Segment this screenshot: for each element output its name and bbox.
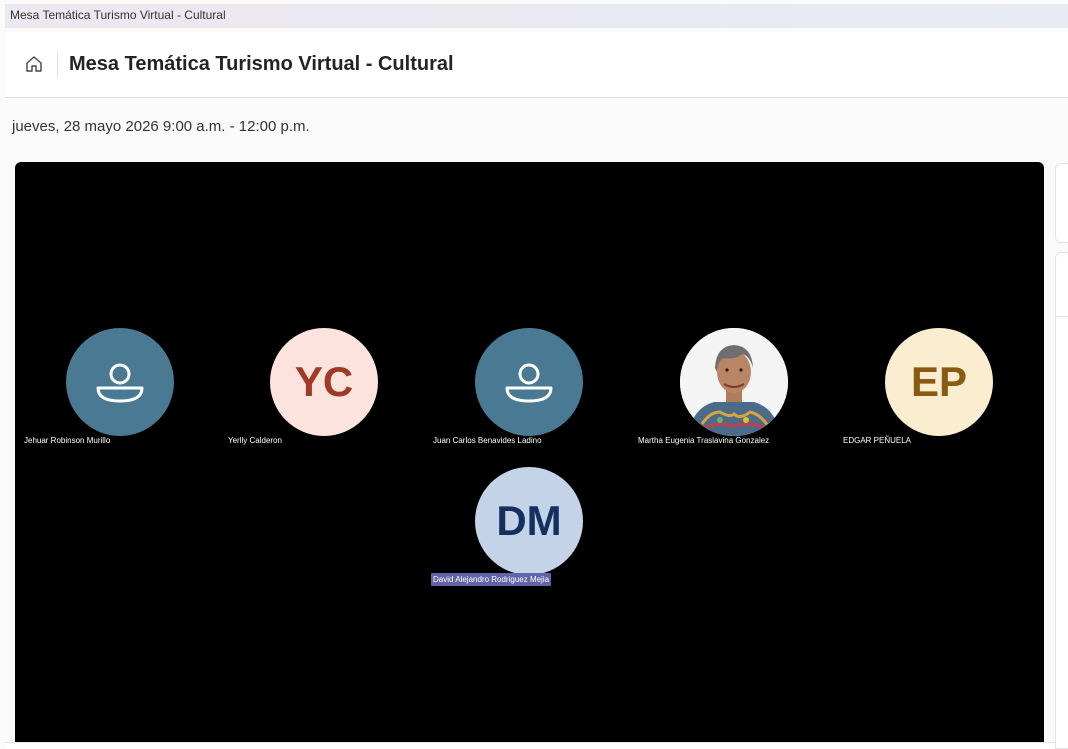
avatar: EP	[885, 328, 993, 436]
avatar: YC	[270, 328, 378, 436]
participant-tile[interactable]: YC Yerlly Calderon	[228, 327, 428, 457]
participant-name: Juan Carlos Benavides Ladino	[433, 436, 542, 445]
avatar	[66, 328, 174, 436]
participant-tile[interactable]: Martha Eugenia Traslavina Gonzalez	[638, 327, 838, 457]
side-panel-divider	[1056, 316, 1068, 317]
meeting-datetime: jueves, 28 mayo 2026 9:00 a.m. - 12:00 p…	[12, 118, 310, 135]
avatar-initials: YC	[294, 358, 354, 405]
participant-name: David Alejandro Rodriguez Mejia	[431, 573, 552, 586]
window-titlebar: Mesa Temática Turismo Virtual - Cultural	[5, 4, 1068, 28]
header-divider	[57, 52, 58, 78]
page-header: Mesa Temática Turismo Virtual - Cultural	[5, 32, 1068, 98]
avatar-initials: EP	[910, 358, 968, 405]
participant-tile[interactable]: EP EDGAR PEÑUELA	[843, 327, 1043, 457]
bottom-bar	[5, 742, 1055, 749]
page-title: Mesa Temática Turismo Virtual - Cultural	[69, 53, 454, 75]
participant-name: Jehuar Robinson Murillo	[24, 436, 111, 445]
participant-name: EDGAR PEÑUELA	[843, 436, 912, 445]
side-panel	[1055, 252, 1068, 749]
avatar	[475, 328, 583, 436]
video-stage: Jehuar Robinson Murillo YC Yerlly Calder…	[15, 162, 1044, 742]
avatar-initials: DM	[496, 497, 562, 544]
participant-name: Yerlly Calderon	[228, 436, 282, 445]
person-icon	[505, 363, 553, 403]
participant-tile[interactable]: Juan Carlos Benavides Ladino	[433, 327, 633, 457]
home-icon[interactable]	[24, 54, 44, 74]
participant-tile[interactable]: DM David Alejandro Rodriguez Mejia	[431, 466, 631, 596]
participant-tile[interactable]: Jehuar Robinson Murillo	[24, 327, 224, 457]
avatar-photo	[680, 328, 788, 436]
profile-photo-image	[680, 328, 788, 436]
side-panel-card	[1055, 163, 1068, 243]
person-icon	[96, 363, 144, 403]
participant-name: Martha Eugenia Traslavina Gonzalez	[638, 436, 770, 445]
window-title: Mesa Temática Turismo Virtual - Cultural	[10, 8, 226, 22]
avatar: DM	[475, 467, 583, 575]
